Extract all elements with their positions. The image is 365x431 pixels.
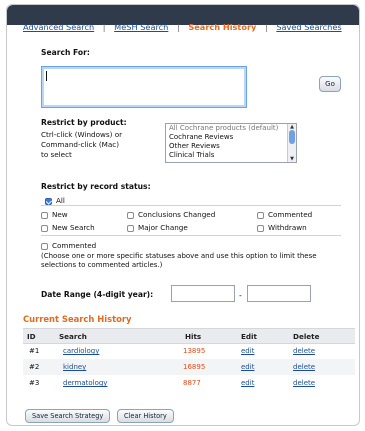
nav-search-history-active[interactable]: Search History (188, 22, 256, 32)
search-nav: Advanced Search | MeSH Search | Search H… (23, 22, 363, 32)
date-from-input[interactable] (171, 285, 235, 302)
table-row: #3 dermatology 8877 edit delete (23, 375, 355, 391)
row-id: #1 (29, 347, 40, 355)
product-note-line: Ctrl-click (Windows) or (41, 130, 123, 139)
date-to-input[interactable] (247, 285, 311, 302)
product-option[interactable]: All Cochrane products (default) (166, 124, 296, 133)
row-search-link[interactable]: kidney (63, 363, 86, 371)
scrollbar-thumb[interactable] (289, 130, 295, 144)
column-header-search: Search (59, 332, 87, 341)
commented-checkbox[interactable] (257, 211, 264, 219)
table-row: #2 kidney 16895 edit delete (23, 359, 355, 375)
text-cursor (46, 71, 47, 81)
search-input[interactable] (41, 66, 247, 108)
column-header-edit: Edit (241, 332, 257, 341)
status-withdrawn[interactable]: Withdrawn (257, 223, 307, 232)
save-search-strategy-button[interactable]: Save Search Strategy (25, 409, 111, 423)
major-change-checkbox[interactable] (127, 224, 134, 232)
row-delete-link[interactable]: delete (293, 363, 315, 371)
nav-advanced-search-link[interactable]: Advanced Search (23, 22, 94, 32)
table-row: #1 cardiology 13895 edit delete (23, 343, 355, 359)
search-history-panel: Advanced Search | MeSH Search | Search H… (6, 4, 360, 426)
conclusions-changed-checkbox[interactable] (127, 211, 134, 219)
product-select-note: Ctrl-click (Windows) or Command-click (M… (41, 130, 141, 160)
conclusions-changed-label: Conclusions Changed (138, 210, 216, 219)
row-id: #3 (29, 379, 40, 387)
nav-separator: | (176, 22, 180, 32)
divider (41, 205, 341, 206)
row-edit-link[interactable]: edit (241, 379, 254, 387)
column-header-id: ID (27, 332, 36, 341)
all-label: All (56, 196, 65, 205)
nav-separator: | (102, 22, 106, 32)
product-listbox[interactable]: All Cochrane products (default) Cochrane… (165, 123, 297, 163)
restrict-status-label: Restrict by record status: (41, 182, 151, 191)
status-commented[interactable]: Commented (257, 210, 312, 219)
date-range-label: Date Range (4-digit year): (41, 290, 154, 299)
row-search-link[interactable]: cardiology (63, 347, 99, 355)
row-hits: 16895 (183, 363, 206, 371)
commented-label: Commented (268, 210, 313, 219)
status-conclusions-changed[interactable]: Conclusions Changed (127, 210, 215, 219)
product-note-line: to select (41, 150, 72, 159)
new-label: New (52, 210, 68, 219)
row-delete-link[interactable]: delete (293, 347, 315, 355)
listbox-scrollbar[interactable]: ▲ ▼ (287, 124, 296, 162)
product-option[interactable]: Cochrane Reviews (166, 133, 296, 142)
status-commented-only[interactable]: Commented (41, 241, 96, 250)
date-range-dash: - (239, 291, 242, 300)
commented-only-checkbox[interactable] (41, 242, 48, 250)
new-search-checkbox[interactable] (41, 224, 48, 232)
go-button[interactable]: Go (319, 76, 341, 92)
all-checkbox[interactable] (45, 197, 52, 205)
new-search-label: New Search (52, 223, 95, 232)
product-option[interactable]: Other Reviews (166, 142, 296, 151)
history-table-header: ID Search Hits Edit Delete (23, 328, 355, 344)
status-all[interactable]: All (45, 196, 65, 205)
row-edit-link[interactable]: edit (241, 347, 254, 355)
nav-saved-searches-link[interactable]: Saved Searches (276, 22, 341, 32)
history-title: Current Search History (23, 314, 132, 324)
search-for-label: Search For: (41, 48, 90, 57)
divider (41, 235, 341, 236)
column-header-delete: Delete (293, 332, 320, 341)
commented-only-label: Commented (52, 241, 97, 250)
column-header-hits: Hits (185, 332, 202, 341)
row-hits: 8877 (183, 379, 201, 387)
commented-help-text: (Choose one or more specific statuses ab… (41, 252, 317, 269)
major-change-label: Major Change (138, 223, 188, 232)
nav-mesh-search-link[interactable]: MeSH Search (114, 22, 168, 32)
row-id: #2 (29, 363, 40, 371)
restrict-product-label: Restrict by product: (41, 118, 127, 127)
nav-separator: | (264, 22, 268, 32)
withdrawn-checkbox[interactable] (257, 224, 264, 232)
status-new[interactable]: New (41, 210, 68, 219)
scroll-down-icon[interactable]: ▼ (288, 156, 296, 162)
clear-history-button[interactable]: Clear History (117, 409, 174, 423)
row-edit-link[interactable]: edit (241, 363, 254, 371)
product-option[interactable]: Clinical Trials (166, 151, 296, 160)
row-delete-link[interactable]: delete (293, 379, 315, 387)
new-checkbox[interactable] (41, 211, 48, 219)
status-new-search[interactable]: New Search (41, 223, 95, 232)
row-search-link[interactable]: dermatology (63, 379, 107, 387)
withdrawn-label: Withdrawn (268, 223, 307, 232)
status-major-change[interactable]: Major Change (127, 223, 188, 232)
product-note-line: Command-click (Mac) (41, 140, 120, 149)
row-hits: 13895 (183, 347, 206, 355)
